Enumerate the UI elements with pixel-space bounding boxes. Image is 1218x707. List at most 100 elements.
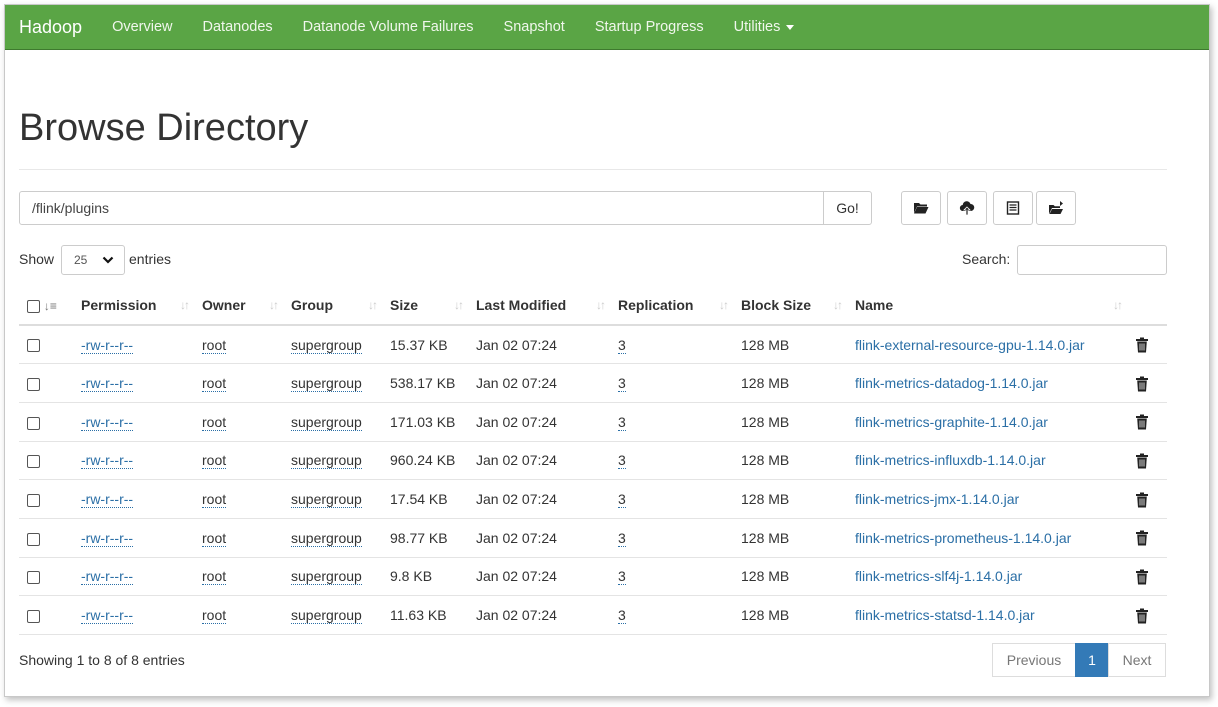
- row-checkbox[interactable]: [27, 493, 40, 507]
- group-link[interactable]: supergroup: [291, 375, 362, 393]
- replication-link[interactable]: 3: [618, 491, 626, 509]
- nav-utilities-dropdown[interactable]: Utilities: [719, 19, 810, 35]
- delete-cell: [1127, 479, 1167, 519]
- owner-link[interactable]: root: [202, 452, 227, 470]
- delete-button[interactable]: [1135, 568, 1149, 585]
- permission-link[interactable]: -rw-r--r--: [81, 607, 134, 625]
- paste-button[interactable]: [1036, 191, 1076, 225]
- file-name-link[interactable]: flink-metrics-influxdb-1.14.0.jar: [855, 452, 1046, 468]
- row-checkbox[interactable]: [27, 339, 40, 353]
- row-checkbox[interactable]: [27, 571, 40, 585]
- directory-path-input[interactable]: [19, 191, 824, 225]
- row-checkbox[interactable]: [27, 377, 40, 391]
- nav-datanodes[interactable]: Datanodes: [188, 19, 288, 35]
- replication-link[interactable]: 3: [618, 529, 626, 547]
- row-checkbox[interactable]: [27, 455, 40, 469]
- trash-icon: [1136, 414, 1148, 430]
- replication-link[interactable]: 3: [618, 568, 626, 586]
- file-name-link[interactable]: flink-metrics-statsd-1.14.0.jar: [855, 607, 1035, 623]
- permission-cell: -rw-r--r--: [73, 595, 194, 635]
- delete-button[interactable]: [1135, 490, 1149, 508]
- delete-button[interactable]: [1135, 336, 1149, 353]
- owner-link[interactable]: root: [202, 413, 227, 431]
- delete-button[interactable]: [1135, 374, 1149, 392]
- row-select-cell: [19, 479, 73, 519]
- header-replication[interactable]: Replication ↓↑: [610, 286, 733, 326]
- file-name-link[interactable]: flink-metrics-prometheus-1.14.0.jar: [855, 530, 1071, 546]
- create-directory-button[interactable]: [901, 191, 941, 225]
- header-block-size[interactable]: Block Size ↓↑: [733, 286, 847, 326]
- page-length-select[interactable]: 25: [61, 245, 125, 275]
- delete-button[interactable]: [1135, 452, 1149, 469]
- search-label: Search:: [962, 251, 1011, 267]
- file-name-link[interactable]: flink-metrics-graphite-1.14.0.jar: [855, 414, 1048, 430]
- group-link[interactable]: supergroup: [291, 491, 362, 509]
- cut-button[interactable]: [993, 191, 1033, 225]
- owner-link[interactable]: root: [202, 568, 227, 586]
- replication-cell: 3: [610, 518, 733, 558]
- delete-button[interactable]: [1135, 529, 1149, 546]
- group-link[interactable]: supergroup: [291, 336, 362, 354]
- owner-link[interactable]: root: [202, 607, 227, 625]
- permission-link[interactable]: -rw-r--r--: [81, 413, 134, 431]
- delete-button[interactable]: [1135, 413, 1149, 430]
- go-button[interactable]: Go!: [823, 191, 872, 225]
- row-checkbox[interactable]: [27, 532, 40, 546]
- header-permission[interactable]: Permission ↓↑: [73, 286, 194, 326]
- row-checkbox[interactable]: [27, 609, 40, 623]
- file-name-link[interactable]: flink-external-resource-gpu-1.14.0.jar: [855, 337, 1085, 353]
- group-link[interactable]: supergroup: [291, 413, 362, 431]
- delete-button[interactable]: [1135, 607, 1149, 624]
- brand-link[interactable]: Hadoop: [5, 17, 97, 38]
- sort-icon: ↓↑: [454, 298, 464, 312]
- replication-link[interactable]: 3: [618, 413, 626, 431]
- move-icon: [1049, 201, 1063, 214]
- header-owner[interactable]: Owner ↓↑: [194, 286, 283, 326]
- owner-link[interactable]: root: [202, 375, 227, 393]
- permission-link[interactable]: -rw-r--r--: [81, 336, 134, 354]
- chevron-down-icon: [102, 256, 114, 264]
- replication-cell: 3: [610, 595, 733, 635]
- owner-link[interactable]: root: [202, 491, 227, 509]
- sort-ascending-icon: ↓≡: [43, 299, 57, 313]
- nav-startup-progress[interactable]: Startup Progress: [580, 19, 719, 35]
- group-link[interactable]: supergroup: [291, 568, 362, 586]
- next-page-button[interactable]: Next: [1108, 643, 1166, 677]
- owner-link[interactable]: root: [202, 336, 227, 354]
- file-name-link[interactable]: flink-metrics-datadog-1.14.0.jar: [855, 375, 1048, 391]
- replication-link[interactable]: 3: [618, 336, 626, 354]
- header-last-modified[interactable]: Last Modified ↓↑: [468, 286, 610, 326]
- permission-link[interactable]: -rw-r--r--: [81, 568, 134, 586]
- trash-icon: [1136, 569, 1148, 585]
- header-name[interactable]: Name ↓↑: [847, 286, 1127, 326]
- replication-link[interactable]: 3: [618, 375, 626, 393]
- permission-link[interactable]: -rw-r--r--: [81, 375, 134, 393]
- replication-link[interactable]: 3: [618, 607, 626, 625]
- upload-files-button[interactable]: [947, 191, 987, 225]
- page-1-button[interactable]: 1: [1075, 643, 1109, 677]
- previous-page-button[interactable]: Previous: [992, 643, 1076, 677]
- permission-link[interactable]: -rw-r--r--: [81, 529, 134, 547]
- header-group[interactable]: Group ↓↑: [283, 286, 382, 326]
- search-input[interactable]: [1017, 245, 1167, 275]
- group-link[interactable]: supergroup: [291, 452, 362, 470]
- nav-overview[interactable]: Overview: [97, 19, 187, 35]
- block-size-cell: 128 MB: [733, 595, 847, 635]
- group-link[interactable]: supergroup: [291, 607, 362, 625]
- replication-link[interactable]: 3: [618, 452, 626, 470]
- group-link[interactable]: supergroup: [291, 529, 362, 547]
- sort-icon: ↓↑: [833, 298, 843, 312]
- header-select-all[interactable]: ↓≡: [19, 286, 73, 326]
- header-size[interactable]: Size ↓↑: [382, 286, 468, 326]
- replication-cell: 3: [610, 325, 733, 365]
- permission-cell: -rw-r--r--: [73, 557, 194, 597]
- row-checkbox[interactable]: [27, 416, 40, 430]
- select-all-checkbox[interactable]: [27, 299, 40, 313]
- permission-link[interactable]: -rw-r--r--: [81, 491, 134, 509]
- file-name-link[interactable]: flink-metrics-slf4j-1.14.0.jar: [855, 568, 1022, 584]
- nav-snapshot[interactable]: Snapshot: [489, 19, 580, 35]
- owner-link[interactable]: root: [202, 529, 227, 547]
- file-name-link[interactable]: flink-metrics-jmx-1.14.0.jar: [855, 491, 1019, 507]
- permission-link[interactable]: -rw-r--r--: [81, 452, 134, 470]
- nav-datanode-volume-failures[interactable]: Datanode Volume Failures: [288, 19, 489, 35]
